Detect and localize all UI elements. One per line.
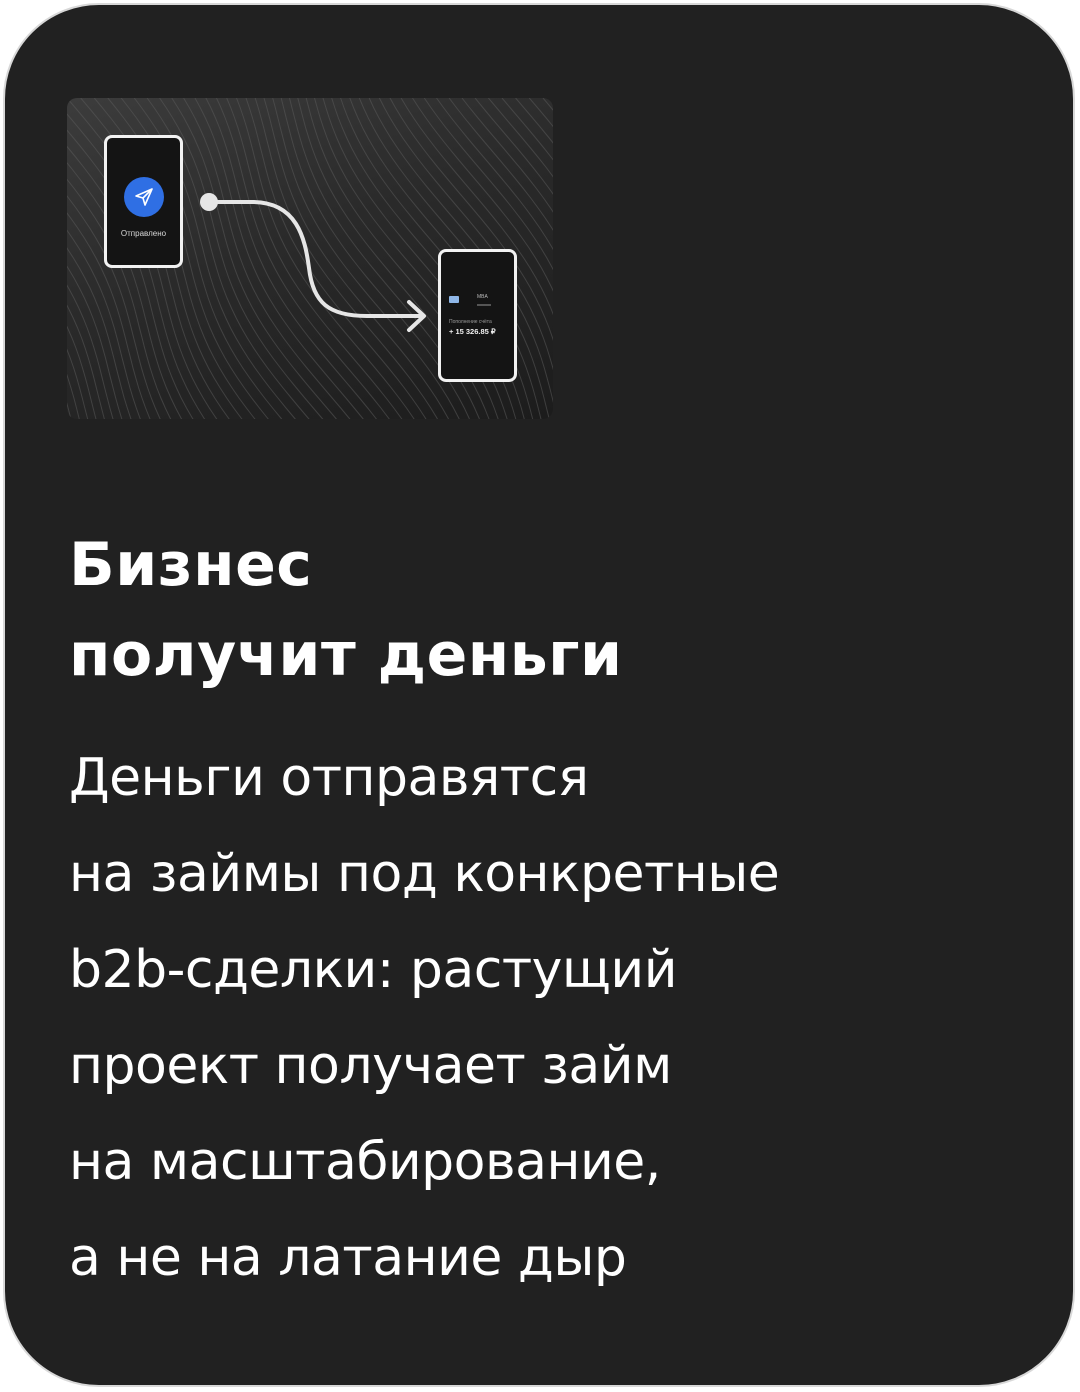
info-card: Отправлено MBA Пополнение счёта + 15 326… <box>3 3 1075 1387</box>
heading-line: получит деньги <box>69 620 623 690</box>
description-line: а не на латание дыр <box>69 1228 627 1288</box>
card-icon <box>449 296 459 303</box>
transaction-amount: + 15 326.85 ₽ <box>449 327 496 336</box>
transaction-caption: Пополнение счёта <box>449 319 492 325</box>
card-description: Деньги отправятся на займы под конкретны… <box>69 730 780 1306</box>
sender-phone: Отправлено <box>104 135 183 268</box>
description-line: b2b-сделки: растущий <box>69 940 677 1000</box>
card-heading: Бизнес получит деньги <box>69 520 623 700</box>
paper-plane-icon <box>124 177 164 217</box>
description-line: Деньги отправятся <box>69 748 589 808</box>
bank-label: MBA <box>477 294 488 300</box>
receiver-phone: MBA Пополнение счёта + 15 326.85 ₽ <box>438 249 517 382</box>
description-line: проект получает займ <box>69 1036 672 1096</box>
sent-status-label: Отправлено <box>120 229 167 238</box>
divider <box>477 304 491 306</box>
description-line: на масштабирование, <box>69 1132 661 1192</box>
heading-line: Бизнес <box>69 530 313 600</box>
money-transfer-illustration: Отправлено MBA Пополнение счёта + 15 326… <box>67 98 553 419</box>
description-line: на займы под конкретные <box>69 844 780 904</box>
